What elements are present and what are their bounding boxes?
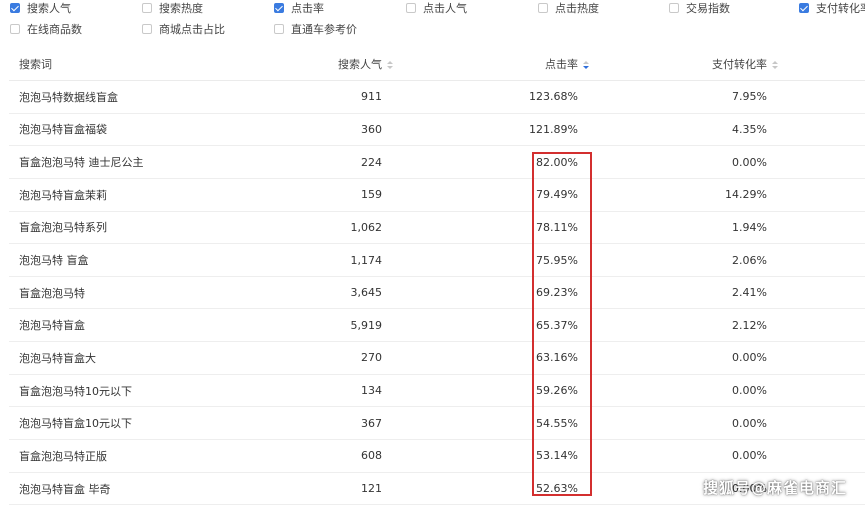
filter-online-products[interactable]: 在线商品数: [10, 21, 82, 37]
popularity-cell: 1,174: [350, 253, 383, 267]
keyword-cell: 泡泡马特 盲盒: [19, 254, 89, 268]
table-row[interactable]: 泡泡马特盲盒福袋 360 121.89% 4.35%: [9, 114, 865, 147]
table-row[interactable]: 泡泡马特数据线盲盒 911 123.68% 7.95%: [9, 81, 865, 114]
table-row[interactable]: 泡泡马特盲盒茉莉 159 79.49% 14.29%: [9, 179, 865, 212]
checkbox-icon[interactable]: [406, 3, 416, 13]
conversion-cell: 2.06%: [732, 253, 767, 267]
table-row[interactable]: 泡泡马特 盲盒 1,174 75.95% 2.06%: [9, 244, 865, 277]
metric-filter-bar: 搜索人气 搜索热度 点击率 点击人气 点击热度 交易指数 支付转化率 在线商品数…: [0, 0, 865, 44]
ctr-highlight-box: [532, 152, 592, 496]
filter-label: 商城点击占比: [159, 23, 225, 36]
popularity-cell: 121: [361, 482, 382, 495]
conversion-cell: 2.41%: [732, 286, 767, 300]
sort-desc-icon[interactable]: [583, 60, 589, 70]
filter-trade-index[interactable]: 交易指数: [669, 0, 730, 16]
column-header-label: 支付转化率: [712, 58, 767, 71]
conversion-cell: 0.00%: [732, 416, 767, 430]
filter-click-popularity[interactable]: 点击人气: [406, 0, 467, 16]
column-header-label: 点击率: [545, 58, 578, 71]
table-row[interactable]: 盲盒泡泡马特 3,645 69.23% 2.41%: [9, 277, 865, 310]
popularity-cell: 367: [361, 416, 382, 430]
sort-icon[interactable]: [387, 60, 393, 70]
conversion-cell: 2.12%: [732, 318, 767, 332]
popularity-cell: 5,919: [350, 318, 383, 332]
ctr-cell: 121.89%: [529, 122, 578, 136]
table-row[interactable]: 泡泡马特盲盒大 270 63.16% 0.00%: [9, 342, 865, 375]
filter-label: 支付转化率: [816, 2, 865, 15]
popularity-cell: 911: [361, 90, 382, 104]
keyword-cell: 泡泡马特数据线盲盒: [19, 90, 118, 104]
conversion-cell: 7.95%: [732, 90, 767, 104]
table-header: 搜索词 搜索人气 点击率 支付转化率: [9, 50, 865, 81]
popularity-cell: 3,645: [350, 286, 383, 300]
ctr-cell: 123.68%: [529, 90, 578, 104]
keyword-cell: 盲盒泡泡马特 迪士尼公主: [19, 156, 144, 170]
checkbox-checked-icon[interactable]: [10, 3, 20, 13]
column-header-keyword: 搜索词: [19, 58, 52, 71]
popularity-cell: 1,062: [350, 220, 383, 234]
table-row[interactable]: 盲盒泡泡马特10元以下 134 59.26% 0.00%: [9, 375, 865, 408]
filter-click-heat[interactable]: 点击热度: [538, 0, 599, 16]
filter-mall-click-ratio[interactable]: 商城点击占比: [142, 21, 225, 37]
filter-label: 点击人气: [423, 2, 467, 15]
filter-label: 点击热度: [555, 2, 599, 15]
keyword-cell: 泡泡马特盲盒 毕奇: [19, 482, 111, 496]
conversion-cell: 0.00%: [732, 384, 767, 398]
table-row[interactable]: 泡泡马特盲盒10元以下 367 54.55% 0.00%: [9, 407, 865, 441]
popularity-cell: 608: [361, 449, 382, 463]
popularity-cell: 270: [361, 351, 382, 365]
checkbox-icon[interactable]: [538, 3, 548, 13]
filter-ctr[interactable]: 点击率: [274, 0, 324, 16]
filter-search-heat[interactable]: 搜索热度: [142, 0, 203, 16]
keyword-cell: 盲盒泡泡马特正版: [19, 449, 107, 463]
checkbox-icon[interactable]: [142, 24, 152, 34]
conversion-cell: 1.94%: [732, 220, 767, 234]
checkbox-icon[interactable]: [10, 24, 20, 34]
sort-icon[interactable]: [772, 60, 778, 70]
filter-ztc-reference-price[interactable]: 直通车参考价: [274, 21, 357, 37]
conversion-cell: 0.00%: [732, 449, 767, 463]
conversion-cell: 0.00%: [732, 155, 767, 169]
keyword-cell: 盲盒泡泡马特: [19, 286, 85, 300]
filter-label: 搜索人气: [27, 2, 71, 15]
keyword-cell: 泡泡马特盲盒福袋: [19, 123, 107, 137]
table-row[interactable]: 泡泡马特盲盒 5,919 65.37% 2.12%: [9, 309, 865, 343]
filter-search-popularity[interactable]: 搜索人气: [10, 0, 71, 16]
filter-pay-conversion[interactable]: 支付转化率: [799, 0, 865, 16]
table-body: 泡泡马特数据线盲盒 911 123.68% 7.95% 泡泡马特盲盒福袋 360…: [9, 81, 865, 506]
filter-label: 点击率: [291, 2, 324, 15]
keyword-cell: 盲盒泡泡马特10元以下: [19, 384, 132, 398]
filter-label: 搜索热度: [159, 2, 203, 15]
keyword-cell: 盲盒泡泡马特系列: [19, 221, 107, 235]
popularity-cell: 360: [361, 122, 382, 136]
table-row[interactable]: 盲盒泡泡马特正版 608 53.14% 0.00%: [9, 440, 865, 473]
column-header-popularity[interactable]: 搜索人气: [338, 50, 393, 80]
filter-label: 直通车参考价: [291, 23, 357, 36]
table-row[interactable]: 盲盒泡泡马特 迪士尼公主 224 82.00% 0.00%: [9, 146, 865, 179]
keyword-cell: 泡泡马特盲盒茉莉: [19, 188, 107, 202]
conversion-cell: 14.29%: [725, 188, 767, 202]
watermark: 搜狐号@麻雀电商汇: [702, 479, 847, 497]
column-header-conversion[interactable]: 支付转化率: [712, 50, 778, 80]
column-header-label: 搜索人气: [338, 58, 382, 71]
checkbox-icon[interactable]: [274, 24, 284, 34]
filter-label: 在线商品数: [27, 23, 82, 36]
popularity-cell: 134: [361, 384, 382, 398]
keyword-cell: 泡泡马特盲盒10元以下: [19, 417, 132, 431]
conversion-cell: 4.35%: [732, 122, 767, 136]
checkbox-icon[interactable]: [142, 3, 152, 13]
table-row[interactable]: 盲盒泡泡马特系列 1,062 78.11% 1.94%: [9, 212, 865, 245]
checkbox-icon[interactable]: [669, 3, 679, 13]
popularity-cell: 224: [361, 155, 382, 169]
filter-label: 交易指数: [686, 2, 730, 15]
conversion-cell: 0.00%: [732, 351, 767, 365]
keyword-cell: 泡泡马特盲盒大: [19, 351, 96, 365]
checkbox-checked-icon[interactable]: [274, 3, 284, 13]
popularity-cell: 159: [361, 188, 382, 202]
checkbox-checked-icon[interactable]: [799, 3, 809, 13]
keyword-cell: 泡泡马特盲盒: [19, 319, 85, 333]
column-header-ctr[interactable]: 点击率: [545, 50, 589, 80]
